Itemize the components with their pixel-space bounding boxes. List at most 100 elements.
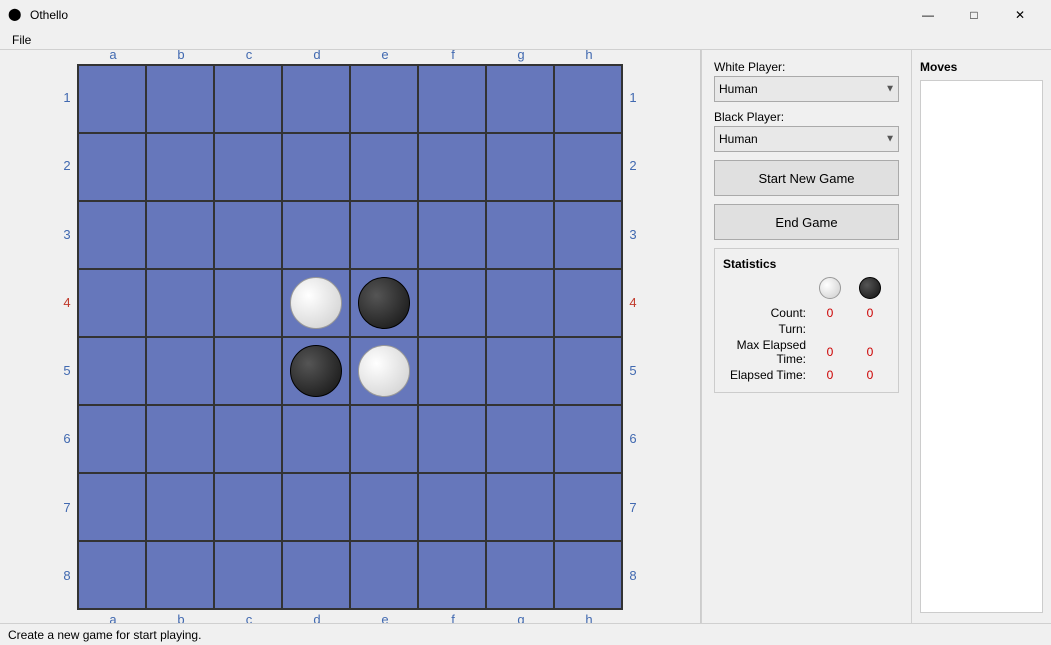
cell-1-2[interactable] [214,133,282,201]
cell-2-2[interactable] [214,201,282,269]
cell-1-6[interactable] [486,133,554,201]
cell-7-0[interactable] [78,541,146,609]
cell-5-1[interactable] [146,405,214,473]
cell-7-1[interactable] [146,541,214,609]
cell-3-7[interactable] [554,269,622,337]
row-label-right-7: 7 [625,473,641,541]
piece-white-3-3 [290,277,342,329]
count-label: Count: [723,306,810,320]
cell-1-4[interactable] [350,133,418,201]
cell-0-6[interactable] [486,65,554,133]
cell-4-7[interactable] [554,337,622,405]
status-message: Create a new game for start playing. [8,628,201,642]
row-label-right-4: 4 [625,268,641,336]
cell-4-4[interactable] [350,337,418,405]
cell-2-7[interactable] [554,201,622,269]
cell-2-6[interactable] [486,201,554,269]
cell-4-3[interactable] [282,337,350,405]
col-label-f: f [419,50,487,62]
menu-bar: File [0,30,1051,50]
cell-6-7[interactable] [554,473,622,541]
moves-list[interactable] [920,80,1043,613]
minimize-button[interactable]: — [905,0,951,30]
cell-6-3[interactable] [282,473,350,541]
cell-1-0[interactable] [78,133,146,201]
end-game-button[interactable]: End Game [714,204,899,240]
cell-3-6[interactable] [486,269,554,337]
turn-row: Turn: [723,322,890,336]
cell-6-1[interactable] [146,473,214,541]
cell-3-1[interactable] [146,269,214,337]
row-label-left-1: 1 [59,64,75,132]
col-label-bot-b: b [147,612,215,624]
cell-1-7[interactable] [554,133,622,201]
cell-2-0[interactable] [78,201,146,269]
cell-4-0[interactable] [78,337,146,405]
game-board[interactable] [77,64,623,610]
white-piece-icon [819,277,841,299]
cell-0-4[interactable] [350,65,418,133]
cell-5-7[interactable] [554,405,622,473]
cell-4-1[interactable] [146,337,214,405]
cell-1-3[interactable] [282,133,350,201]
cell-1-1[interactable] [146,133,214,201]
col-labels-bottom: a b c d e f g h [79,612,641,624]
cell-0-2[interactable] [214,65,282,133]
col-label-h: h [555,50,623,62]
cell-3-5[interactable] [418,269,486,337]
cell-5-2[interactable] [214,405,282,473]
white-count: 0 [810,306,850,320]
max-elapsed-label: Max Elapsed Time: [723,338,810,366]
cell-7-4[interactable] [350,541,418,609]
cell-0-1[interactable] [146,65,214,133]
cell-6-2[interactable] [214,473,282,541]
cell-2-4[interactable] [350,201,418,269]
white-player-select[interactable]: Human Computer [714,76,899,102]
cell-4-5[interactable] [418,337,486,405]
cell-0-3[interactable] [282,65,350,133]
cell-6-0[interactable] [78,473,146,541]
start-game-button[interactable]: Start New Game [714,160,899,196]
cell-2-1[interactable] [146,201,214,269]
cell-1-5[interactable] [418,133,486,201]
cell-7-6[interactable] [486,541,554,609]
cell-3-4[interactable] [350,269,418,337]
cell-5-0[interactable] [78,405,146,473]
max-elapsed-row: Max Elapsed Time: 0 0 [723,338,890,366]
cell-7-2[interactable] [214,541,282,609]
col-label-bot-c: c [215,612,283,624]
cell-5-6[interactable] [486,405,554,473]
col-label-d: d [283,50,351,62]
elapsed-label: Elapsed Time: [723,368,810,382]
right-side: White Player: Human Computer ▼ Black Pla… [700,50,1051,623]
menu-file[interactable]: File [4,32,39,48]
cell-3-2[interactable] [214,269,282,337]
cell-2-5[interactable] [418,201,486,269]
cell-7-3[interactable] [282,541,350,609]
black-player-select[interactable]: Human Computer [714,126,899,152]
cell-7-7[interactable] [554,541,622,609]
cell-4-2[interactable] [214,337,282,405]
black-player-section: Black Player: Human Computer ▼ [714,110,899,152]
cell-0-5[interactable] [418,65,486,133]
cell-5-3[interactable] [282,405,350,473]
cell-0-0[interactable] [78,65,146,133]
close-button[interactable]: ✕ [997,0,1043,30]
cell-0-7[interactable] [554,65,622,133]
cell-3-0[interactable] [78,269,146,337]
cell-2-3[interactable] [282,201,350,269]
col-label-bot-a: a [79,612,147,624]
cell-6-4[interactable] [350,473,418,541]
cell-5-5[interactable] [418,405,486,473]
col-label-a: a [79,50,147,62]
cell-5-4[interactable] [350,405,418,473]
black-player-dropdown-wrapper: Human Computer ▼ [714,126,899,152]
cell-6-5[interactable] [418,473,486,541]
cell-4-6[interactable] [486,337,554,405]
maximize-button[interactable]: □ [951,0,997,30]
cell-7-5[interactable] [418,541,486,609]
cell-3-3[interactable] [282,269,350,337]
board-area: a b c d e f g h 1 2 3 4 5 6 7 8 [0,50,700,623]
col-labels-top: a b c d e f g h [79,50,641,62]
cell-6-6[interactable] [486,473,554,541]
